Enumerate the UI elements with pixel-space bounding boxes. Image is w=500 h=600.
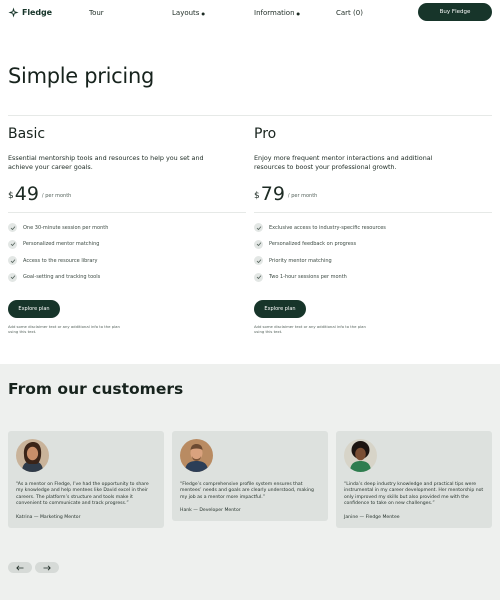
check-icon <box>254 239 263 249</box>
feature-label: Goal-setting and tracking tools <box>23 274 101 281</box>
check-icon <box>254 256 263 266</box>
price-amount: 79 <box>260 182 285 205</box>
buy-button[interactable]: Buy Fledge <box>418 3 492 21</box>
plan-name: Pro <box>254 126 277 142</box>
price-currency: $ <box>254 190 260 201</box>
feature-item: Exclusive access to industry-specific re… <box>254 220 492 237</box>
explore-plan-button[interactable]: Explore plan <box>8 299 60 318</box>
nav-link-tour[interactable]: Tour <box>89 9 104 17</box>
plan-disclaimer: Add some disclaimer text or any addition… <box>8 323 120 335</box>
testimonials-section: From our customers “As a mentor on Fledg… <box>0 364 500 600</box>
feature-item: Two 1-hour sessions per month <box>254 269 492 286</box>
nav-link-information[interactable]: Information ● <box>254 9 300 17</box>
price-amount: 49 <box>14 182 39 205</box>
divider <box>8 115 492 116</box>
plan-description: Essential mentorship tools and resources… <box>8 154 204 171</box>
plan-description: Enjoy more frequent mentor interactions … <box>254 154 433 171</box>
plan-name: Basic <box>8 126 46 142</box>
plan-card-pro: Pro Enjoy more frequent mentor interacti… <box>254 126 492 335</box>
avatar <box>180 439 213 472</box>
arrow-right-icon <box>43 565 51 570</box>
testimonial-quote: “As a mentor on Fledge, I’ve had the opp… <box>16 482 149 507</box>
testimonial-card: “Fledge’s comprehensive profile system e… <box>172 431 328 522</box>
brand-name: Fledge <box>22 8 52 17</box>
plan-disclaimer: Add some disclaimer text or any addition… <box>254 323 366 335</box>
feature-label: Personalized feedback on progress <box>269 241 357 248</box>
prev-button[interactable] <box>8 562 32 573</box>
nav-link-layouts[interactable]: Layouts ● <box>172 9 205 17</box>
section-title: From our customers <box>8 380 184 398</box>
explore-plan-button[interactable]: Explore plan <box>254 299 306 318</box>
check-icon <box>254 272 263 282</box>
nav-link-information-label: Information <box>254 9 295 17</box>
testimonial-author: Katrina — Marketing Mentor <box>16 514 81 520</box>
plan-card-basic: Basic Essential mentorship tools and res… <box>8 126 246 335</box>
feature-list: Exclusive access to industry-specific re… <box>254 220 492 286</box>
feature-item: Personalized mentor matching <box>8 236 246 253</box>
carousel-controls <box>8 562 59 573</box>
feature-label: One 30-minute session per month <box>23 224 109 231</box>
price-currency: $ <box>8 190 14 201</box>
feature-label: Personalized mentor matching <box>23 241 100 248</box>
testimonial-card: “As a mentor on Fledge, I’ve had the opp… <box>8 431 164 528</box>
check-icon <box>8 272 17 282</box>
testimonial-quote: “Fledge’s comprehensive profile system e… <box>180 482 314 500</box>
top-nav: Fledge Tour Layouts ● Information ● Cart (… <box>0 0 500 26</box>
testimonial-card: “Linda’s deep industry knowledge and pra… <box>336 431 492 528</box>
feature-label: Priority mentor matching <box>269 257 332 264</box>
feature-item: Priority mentor matching <box>254 253 492 270</box>
caret-down-icon: ● <box>296 10 301 16</box>
price-period: / per month <box>41 192 72 199</box>
check-icon <box>8 223 17 233</box>
nav-link-layouts-label: Layouts <box>172 9 200 17</box>
feature-item: Goal-setting and tracking tools <box>8 269 246 286</box>
avatar <box>16 439 49 472</box>
check-icon <box>8 239 17 249</box>
plan-price: $ 49 / per month <box>8 180 246 204</box>
feature-label: Two 1-hour sessions per month <box>269 274 347 281</box>
page-title: Simple pricing <box>8 64 154 88</box>
caret-down-icon: ● <box>201 10 205 16</box>
testimonial-author: Janine — Fledge Mentee <box>344 514 400 520</box>
check-icon <box>254 223 263 233</box>
feature-list: One 30-minute session per month Personal… <box>8 220 246 286</box>
divider <box>254 211 492 213</box>
nav-link-cart[interactable]: Cart (0) <box>336 9 363 17</box>
feature-item: One 30-minute session per month <box>8 220 246 237</box>
feature-item: Access to the resource library <box>8 253 246 270</box>
price-period: / per month <box>287 192 318 199</box>
fledge-logo-icon <box>8 7 19 18</box>
feature-label: Exclusive access to industry-specific re… <box>269 224 386 231</box>
testimonial-quote: “Linda’s deep industry knowledge and pra… <box>344 482 484 507</box>
arrow-left-icon <box>16 565 24 570</box>
testimonial-author: Hank — Developer Mentor <box>180 508 241 514</box>
divider <box>8 211 246 213</box>
avatar <box>344 439 377 472</box>
next-button[interactable] <box>35 562 59 573</box>
feature-item: Personalized feedback on progress <box>254 236 492 253</box>
feature-label: Access to the resource library <box>23 257 98 264</box>
plan-price: $ 79 / per month <box>254 180 492 204</box>
check-icon <box>8 256 17 266</box>
brand-logo[interactable]: Fledge <box>8 7 52 18</box>
